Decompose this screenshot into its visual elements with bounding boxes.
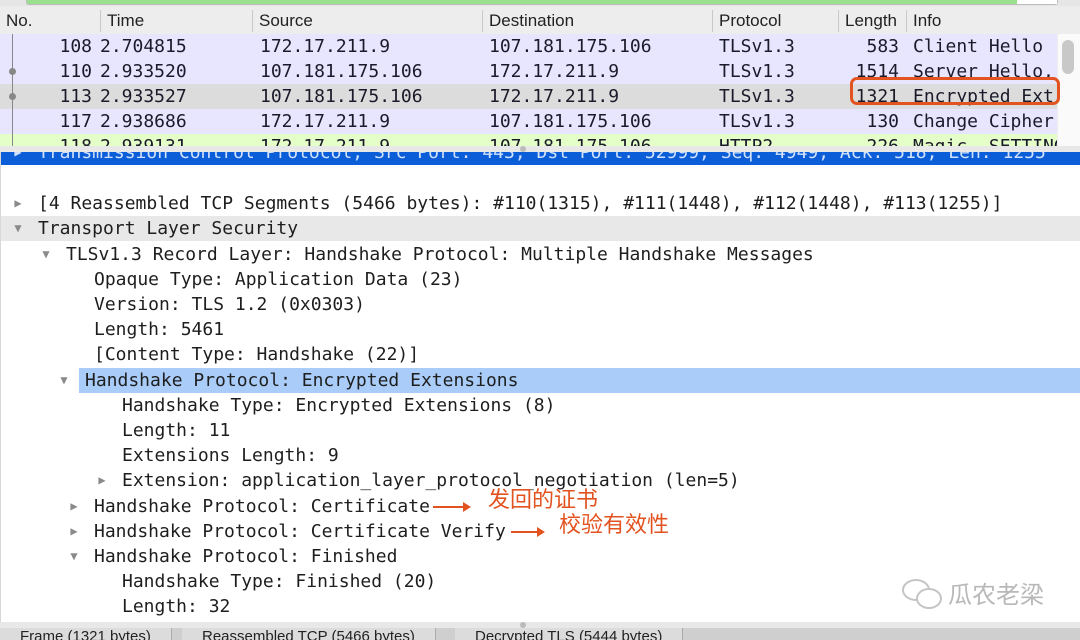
tree-leaf[interactable]: Length: 5461	[1, 317, 1080, 342]
tree-text: Extensions Length: 9	[122, 445, 339, 467]
column-header-source[interactable]: Source	[252, 10, 481, 32]
tree-node[interactable]: ▼ TLSv1.3 Record Layer: Handshake Protoco…	[1, 242, 1080, 267]
tree-leaf[interactable]: Opaque Type: Application Data (23)	[1, 267, 1080, 292]
cell-time: 2.704815	[100, 36, 187, 57]
collapsed-triangle-icon[interactable]: ▶	[67, 494, 81, 519]
tree-text: Handshake Type: Encrypted Extensions (8)	[122, 394, 556, 416]
cell-destination: 107.181.175.106	[489, 134, 652, 146]
tree-node[interactable]: ▶ Transmission Control Protocol, Src Port…	[1, 152, 1080, 165]
cell-destination: 107.181.175.106	[489, 111, 652, 132]
collapsed-triangle-icon[interactable]: ▶	[11, 152, 25, 165]
tree-text: [4 Reassembled TCP Segments (5466 bytes)…	[38, 193, 1003, 215]
expanded-triangle-icon[interactable]: ▼	[11, 216, 25, 241]
column-header-no[interactable]: No.	[0, 10, 98, 32]
tree-text: Length: 5461	[94, 319, 225, 341]
cell-length: 583	[866, 36, 899, 57]
packet-details-pane: ▶ Transmission Control Protocol, Src Port…	[0, 152, 1080, 622]
tree-leaf[interactable]: Handshake Type: Encrypted Extensions (8)	[1, 393, 1080, 418]
annotation-highlight-box	[850, 77, 1060, 105]
cell-protocol: HTTP2	[719, 134, 773, 146]
tree-text: Length: 11	[122, 420, 231, 441]
cell-time: 2.938686	[100, 111, 187, 132]
cell-source: 172.17.211.9	[260, 134, 390, 146]
cell-length: 226	[819, 134, 899, 146]
cell-protocol: TLSv1.3	[719, 86, 795, 107]
tree-text: Extension: application_layer_protocol_ne…	[122, 470, 740, 492]
cell-source: 107.181.175.106	[260, 61, 423, 82]
cell-time: 2.933520	[100, 61, 187, 82]
collapsed-triangle-icon[interactable]: ▶	[67, 519, 81, 544]
tree-leaf[interactable]: Extensions Length: 9	[1, 443, 1080, 468]
tree-node[interactable]: ▼ Handshake Protocol: Encrypted Extension…	[60, 367, 1080, 393]
packet-row[interactable]: 118 2.939131 172.17.211.9 107.181.175.106 HT…	[0, 134, 1080, 146]
bytes-tab-frame[interactable]: Frame (1321 bytes)	[0, 628, 172, 640]
tree-text: Opaque Type: Application Data (23)	[94, 268, 463, 290]
column-header-protocol[interactable]: Protocol	[712, 10, 837, 32]
watermark-text: 瓜农老梁	[948, 581, 1044, 609]
tree-leaf[interactable]: Length: 11	[1, 418, 1080, 443]
tree-node[interactable]: ▼ Handshake Protocol: Finished	[1, 544, 1080, 569]
bytes-tab-decrypted-tls[interactable]: Decrypted TLS (5444 bytes)	[455, 628, 684, 640]
annotation-arrow-icon	[511, 526, 545, 537]
bytes-tab-reassembled-tcp[interactable]: Reassembled TCP (5466 bytes)	[182, 628, 436, 640]
tree-text: Handshake Protocol: Certificate	[94, 495, 430, 517]
tree-text: Length: 32	[122, 596, 231, 618]
column-header-destination[interactable]: Destination	[482, 10, 711, 32]
packet-list-header: No. Time Source Destination Protocol Len…	[0, 8, 1080, 35]
cell-protocol: TLSv1.3	[719, 111, 795, 132]
tree-text: Handshake Protocol: Finished	[94, 546, 398, 567]
column-header-time[interactable]: Time	[100, 10, 252, 32]
conversation-tree-dot	[9, 93, 16, 100]
tree-text: Handshake Protocol: Encrypted Extensions	[85, 369, 519, 391]
cell-info: Change Cipher S	[913, 111, 1076, 132]
tree-node[interactable]: ▶ [4 Reassembled TCP Segments (5466 bytes…	[1, 191, 1080, 216]
annotation-arrow-icon	[433, 501, 471, 512]
cell-protocol: TLSv1.3	[719, 36, 795, 57]
conversation-tree-line	[12, 34, 13, 146]
tree-node[interactable]: ▼ Transport Layer Security	[1, 216, 1080, 242]
packet-list-scrollbar[interactable]	[1057, 34, 1080, 146]
tree-text: Version: TLS 1.2 (0x0303)	[94, 294, 365, 315]
cell-destination: 172.17.211.9	[489, 61, 620, 82]
tree-leaf[interactable]: Version: TLS 1.2 (0x0303)	[1, 292, 1080, 317]
tree-text: Transmission Control Protocol, Src Port:…	[38, 152, 1046, 163]
cell-destination: 172.17.211.9	[489, 86, 620, 107]
packet-row[interactable]: 108 2.704815 172.17.211.9 107.181.175.106 TL…	[0, 34, 1080, 59]
watermark: 瓜农老梁	[902, 575, 1044, 610]
cell-info: Client Hello	[913, 36, 1044, 57]
tree-leaf[interactable]: [Content Type: Handshake (22)]	[1, 342, 1080, 367]
cell-source: 172.17.211.9	[260, 36, 391, 57]
annotation-certificate-verify: 校验有效性	[559, 512, 670, 538]
column-header-length[interactable]: Length	[838, 10, 905, 32]
cell-no: 118	[0, 134, 92, 146]
packet-row[interactable]: 117 2.938686 172.17.211.9 107.181.175.106 TL…	[0, 109, 1080, 134]
cell-source: 172.17.211.9	[260, 111, 391, 132]
expanded-triangle-icon[interactable]: ▼	[39, 242, 53, 267]
scrollbar-thumb[interactable]	[1062, 40, 1074, 74]
wechat-icon	[902, 578, 942, 609]
collapsed-triangle-icon[interactable]: ▶	[95, 468, 109, 493]
conversation-tree-dot	[9, 68, 16, 75]
cell-time: 2.933527	[100, 86, 187, 107]
cell-no: 108	[59, 36, 92, 57]
column-header-info[interactable]: Info	[906, 10, 1080, 32]
expanded-triangle-icon[interactable]: ▼	[57, 368, 71, 393]
tree-text: TLSv1.3 Record Layer: Handshake Protocol…	[66, 243, 814, 265]
expanded-triangle-icon[interactable]: ▼	[67, 544, 81, 569]
collapsed-triangle-icon[interactable]: ▶	[11, 191, 25, 216]
tree-text: Handshake Protocol: Certificate Verify	[94, 520, 506, 542]
cell-protocol: TLSv1.3	[719, 61, 795, 82]
display-filter-bar[interactable]	[0, 0, 1080, 6]
cell-source: 107.181.175.106	[260, 86, 423, 107]
tree-text: [Content Type: Handshake (22)]	[94, 344, 420, 366]
bytes-tabs: Frame (1321 bytes) Reassembled TCP (5466…	[0, 628, 1080, 640]
tree-text: Handshake Type: Finished (20)	[122, 571, 437, 593]
cell-length: 130	[866, 111, 899, 132]
cell-time: 2.939131	[100, 134, 187, 146]
cell-no: 117	[59, 111, 92, 132]
tree-text: Transport Layer Security	[38, 218, 299, 240]
cell-destination: 107.181.175.106	[489, 36, 652, 57]
display-filter-input[interactable]	[26, 0, 1058, 5]
cell-info: Magic, SETTINGS	[913, 134, 1076, 146]
